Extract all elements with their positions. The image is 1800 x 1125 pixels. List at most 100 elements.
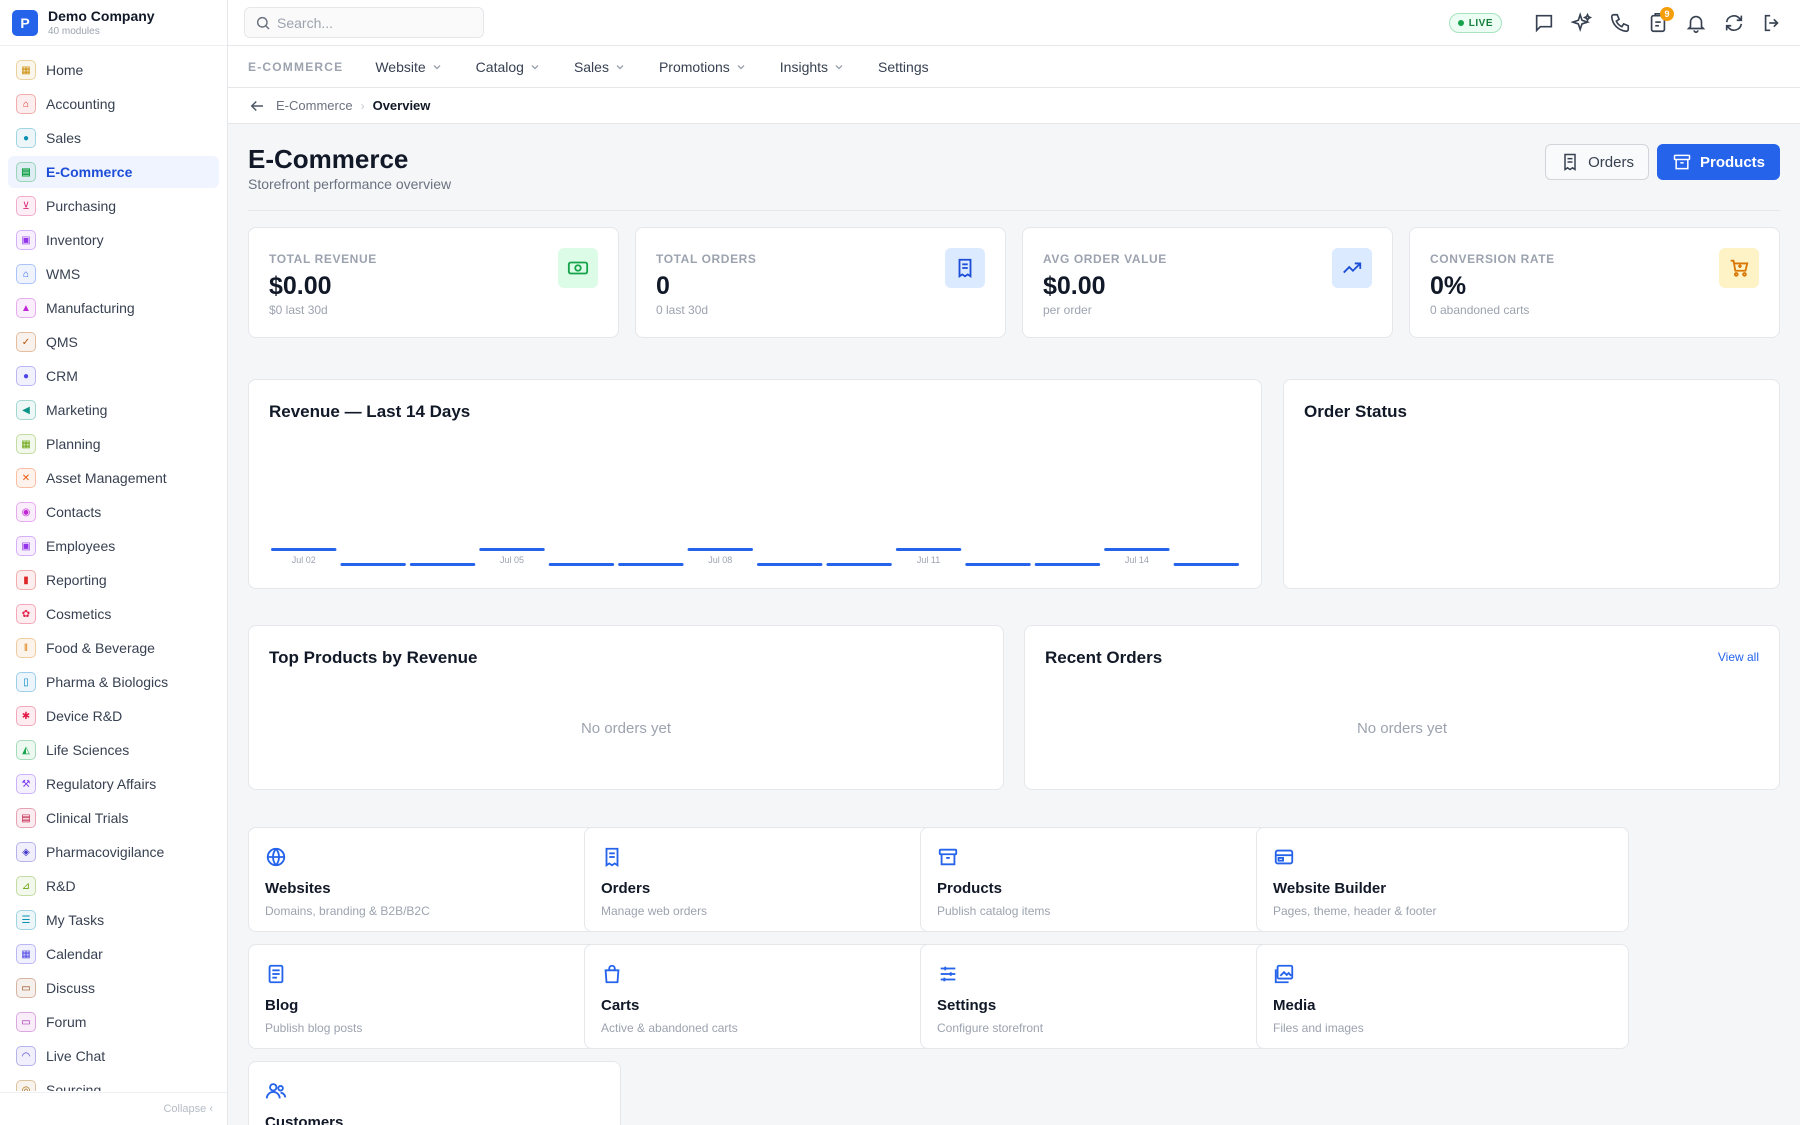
sidebar-item-pharmacovigilance[interactable]: ◈ Pharmacovigilance [8,836,219,868]
quick-link-blog[interactable]: Blog Publish blog posts [248,944,621,1049]
quick-link-title: Blog [265,997,299,1014]
breadcrumb-parent[interactable]: E-Commerce [276,98,353,113]
stat-value: 0 [656,272,670,300]
products-button[interactable]: Products [1656,144,1780,180]
clipboard-icon: ▤ [16,808,36,828]
notification-count-badge: 9 [1660,7,1674,21]
sidebar-item-sales[interactable]: ● Sales [8,122,219,154]
company-logo: P [12,9,38,36]
subnav-insights[interactable]: Insights [780,59,844,75]
sidebar-item-qms[interactable]: ✓ QMS [8,326,219,358]
breadcrumb-separator: › [360,98,365,113]
subnav-promotions[interactable]: Promotions [659,59,746,75]
logout-icon[interactable] [1760,11,1784,35]
quick-link-description: Manage web orders [601,904,708,918]
quick-link-title: Orders [601,880,651,897]
subnav-label: Promotions [658,58,730,75]
quick-link-website-builder[interactable]: Website Builder Pages, theme, header & fo… [1256,827,1629,932]
main-content: E-Commerce Storefront performance overvi… [248,124,1780,1125]
sidebar-item-contacts[interactable]: ◉ Contacts [8,496,219,528]
chevron-down-icon [835,64,843,69]
sidebar-item-forum[interactable]: ▭ Forum [8,1006,219,1038]
cash-icon [558,248,598,288]
revenue-bar [618,563,684,566]
sidebar-item-device-r-d[interactable]: ✱ Device R&D [8,700,219,732]
receipt-icon [1564,153,1576,171]
back-arrow-icon[interactable] [248,97,266,115]
quick-link-customers[interactable]: Customers [248,1061,621,1125]
stat-label: CONVERSION RATE [1430,252,1555,266]
sidebar-item-home[interactable]: ▦ Home [8,54,219,86]
quick-link-title: Products [937,880,1003,897]
orders-button[interactable]: Orders [1545,144,1649,180]
sidebar-item-label: R&D [46,878,76,894]
sidebar-item-label: QMS [46,334,78,350]
sidebar-item-discuss[interactable]: ▭ Discuss [8,972,219,1004]
revenue-bar [1173,563,1239,566]
sidebar-item-crm[interactable]: ● CRM [8,360,219,392]
search-box[interactable] [244,7,484,38]
quick-link-settings[interactable]: Settings Configure storefront [920,944,1293,1049]
ai-sparkle-icon[interactable] [1570,11,1594,35]
sidebar-item-calendar[interactable]: ▦ Calendar [8,938,219,970]
view-all-orders-link[interactable]: View all [1718,650,1759,664]
sidebar-item-label: Cosmetics [46,606,112,622]
layout-icon [1274,849,1294,865]
chat-icon[interactable] [1532,11,1556,35]
sidebar-item-label: Contacts [46,504,102,520]
collapse-button[interactable]: Collapse ‹ [0,1092,227,1125]
sidebar-item-manufacturing[interactable]: ▲ Manufacturing [8,292,219,324]
stat-value: $0.00 [269,272,332,300]
sidebar-item-marketing[interactable]: ◀ Marketing [8,394,219,426]
sidebar-item-clinical-trials[interactable]: ▤ Clinical Trials [8,802,219,834]
stat-value: $0.00 [1043,272,1106,300]
order-status-card: Order Status [1283,379,1780,589]
quick-link-orders[interactable]: Orders Manage web orders [584,827,957,932]
sidebar-item-wms[interactable]: ⌂ WMS [8,258,219,290]
sidebar-item-regulatory-affairs[interactable]: ⚒ Regulatory Affairs [8,768,219,800]
stat-card-avg-order-value: AVG ORDER VALUE $0.00 per order [1022,227,1393,338]
subnav-settings[interactable]: Settings [878,59,929,75]
sidebar-item-purchasing[interactable]: ⊻ Purchasing [8,190,219,222]
tasks-notification-icon[interactable]: 9 [1646,7,1674,35]
bell-icon[interactable] [1684,11,1708,35]
sync-icon[interactable] [1722,11,1746,35]
subnav-website[interactable]: Website [375,59,441,75]
sidebar-item-cosmetics[interactable]: ✿ Cosmetics [8,598,219,630]
sidebar-item-sourcing[interactable]: ◎ Sourcing [8,1074,219,1091]
factory-icon: ▲ [16,298,36,318]
revenue-bar [826,563,892,566]
badge-icon: ▣ [16,536,36,556]
sidebar-item-accounting[interactable]: ⌂ Accounting [8,88,219,120]
sidebar-item-employees[interactable]: ▣ Employees [8,530,219,562]
quick-link-media[interactable]: Media Files and images [1256,944,1629,1049]
sidebar-item-label: Pharmacovigilance [46,844,165,860]
sidebar-item-life-sciences[interactable]: ◭ Life Sciences [8,734,219,766]
sidebar-item-r-d[interactable]: ⊿ R&D [8,870,219,902]
gavel-icon: ⚒ [16,774,36,794]
quick-link-products[interactable]: Products Publish catalog items [920,827,1293,932]
sidebar-item-pharma-biologics[interactable]: ▯ Pharma & Biologics [8,666,219,698]
sidebar-item-live-chat[interactable]: ◠ Live Chat [8,1040,219,1072]
company-switcher[interactable]: P Demo Company 40 modules [0,0,227,46]
globe-icon [266,847,286,867]
sidebar-item-reporting[interactable]: ▮ Reporting [8,564,219,596]
stat-card-conversion-rate: CONVERSION RATE 0% 0 abandoned carts [1409,227,1780,338]
stat-card-total-revenue: TOTAL REVENUE $0.00 $0 last 30d [248,227,619,338]
flask-icon: ⊿ [16,876,36,896]
top-bar: LIVE 9 [228,0,1800,46]
sidebar-item-planning[interactable]: ▦ Planning [8,428,219,460]
chevron-down-icon [616,64,624,69]
sidebar-item-food-beverage[interactable]: ‖ Food & Beverage [8,632,219,664]
sidebar-item-e-commerce[interactable]: ▤ E-Commerce [8,156,219,188]
sidebar-item-asset-management[interactable]: ✕ Asset Management [8,462,219,494]
subnav-label: Insights [779,58,829,75]
sidebar-item-inventory[interactable]: ▣ Inventory [8,224,219,256]
quick-link-websites[interactable]: Websites Domains, branding & B2B/B2C [248,827,621,932]
subnav-catalog[interactable]: Catalog [476,59,540,75]
subnav-sales[interactable]: Sales [574,59,625,75]
sidebar-item-my-tasks[interactable]: ☰ My Tasks [8,904,219,936]
quick-link-carts[interactable]: Carts Active & abandoned carts [584,944,957,1049]
search-input[interactable] [277,14,477,31]
phone-icon[interactable] [1608,11,1632,35]
